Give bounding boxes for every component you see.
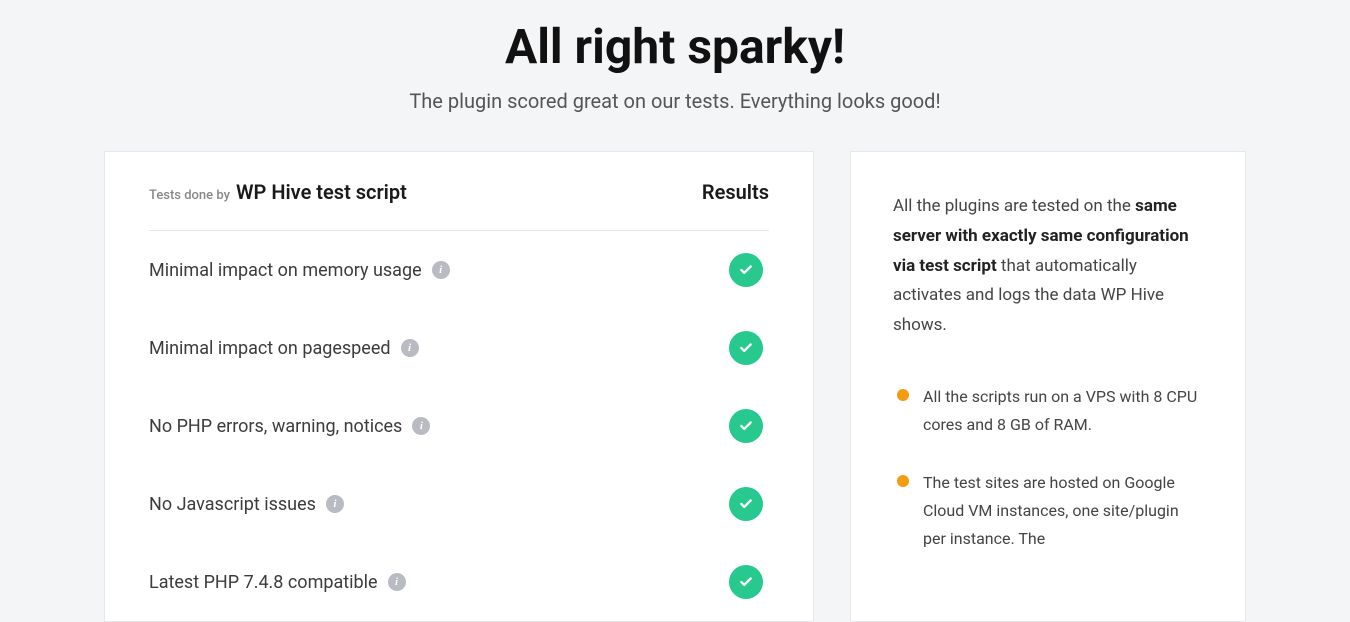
- test-label-wrap: Minimal impact on memory usage i: [149, 260, 450, 281]
- test-row: No PHP errors, warning, notices i: [149, 387, 769, 465]
- page-title: All right sparky!: [0, 18, 1350, 75]
- info-paragraph-pre: All the plugins are tested on the: [893, 196, 1135, 216]
- check-icon: [729, 565, 763, 599]
- test-label-wrap: No PHP errors, warning, notices i: [149, 416, 430, 437]
- test-label-wrap: Minimal impact on pagespeed i: [149, 338, 419, 359]
- info-icon[interactable]: i: [388, 573, 406, 591]
- test-row: Minimal impact on memory usage i: [149, 231, 769, 309]
- test-label: No Javascript issues: [149, 494, 316, 515]
- info-list-item: The test sites are hosted on Google Clou…: [893, 469, 1203, 553]
- tests-header: Tests done by WP Hive test script Result…: [149, 180, 769, 231]
- test-label-wrap: No Javascript issues i: [149, 494, 344, 515]
- test-label: Minimal impact on memory usage: [149, 260, 422, 281]
- results-header: Results: [702, 180, 769, 204]
- check-icon: [729, 487, 763, 521]
- info-list-item: All the scripts run on a VPS with 8 CPU …: [893, 383, 1203, 439]
- test-label: Latest PHP 7.4.8 compatible: [149, 572, 378, 593]
- page-subtitle: The plugin scored great on our tests. Ev…: [0, 89, 1350, 113]
- tests-script-name: WP Hive test script: [236, 180, 407, 204]
- check-icon: [729, 253, 763, 287]
- test-row: Minimal impact on pagespeed i: [149, 309, 769, 387]
- info-paragraph: All the plugins are tested on the same s…: [893, 192, 1203, 341]
- content-wrapper: Tests done by WP Hive test script Result…: [0, 151, 1350, 622]
- info-icon[interactable]: i: [432, 261, 450, 279]
- tests-card: Tests done by WP Hive test script Result…: [104, 151, 814, 622]
- info-list: All the scripts run on a VPS with 8 CPU …: [893, 383, 1203, 553]
- test-row: Latest PHP 7.4.8 compatible i: [149, 543, 769, 621]
- check-icon: [729, 331, 763, 365]
- info-icon[interactable]: i: [326, 495, 344, 513]
- tests-header-left: Tests done by WP Hive test script: [149, 180, 407, 204]
- tests-done-by-label: Tests done by: [149, 188, 230, 203]
- test-label-wrap: Latest PHP 7.4.8 compatible i: [149, 572, 406, 593]
- check-icon: [729, 409, 763, 443]
- test-label: Minimal impact on pagespeed: [149, 338, 391, 359]
- test-row: No Javascript issues i: [149, 465, 769, 543]
- info-icon[interactable]: i: [412, 417, 430, 435]
- info-icon[interactable]: i: [401, 339, 419, 357]
- info-card: All the plugins are tested on the same s…: [850, 151, 1246, 622]
- test-label: No PHP errors, warning, notices: [149, 416, 402, 437]
